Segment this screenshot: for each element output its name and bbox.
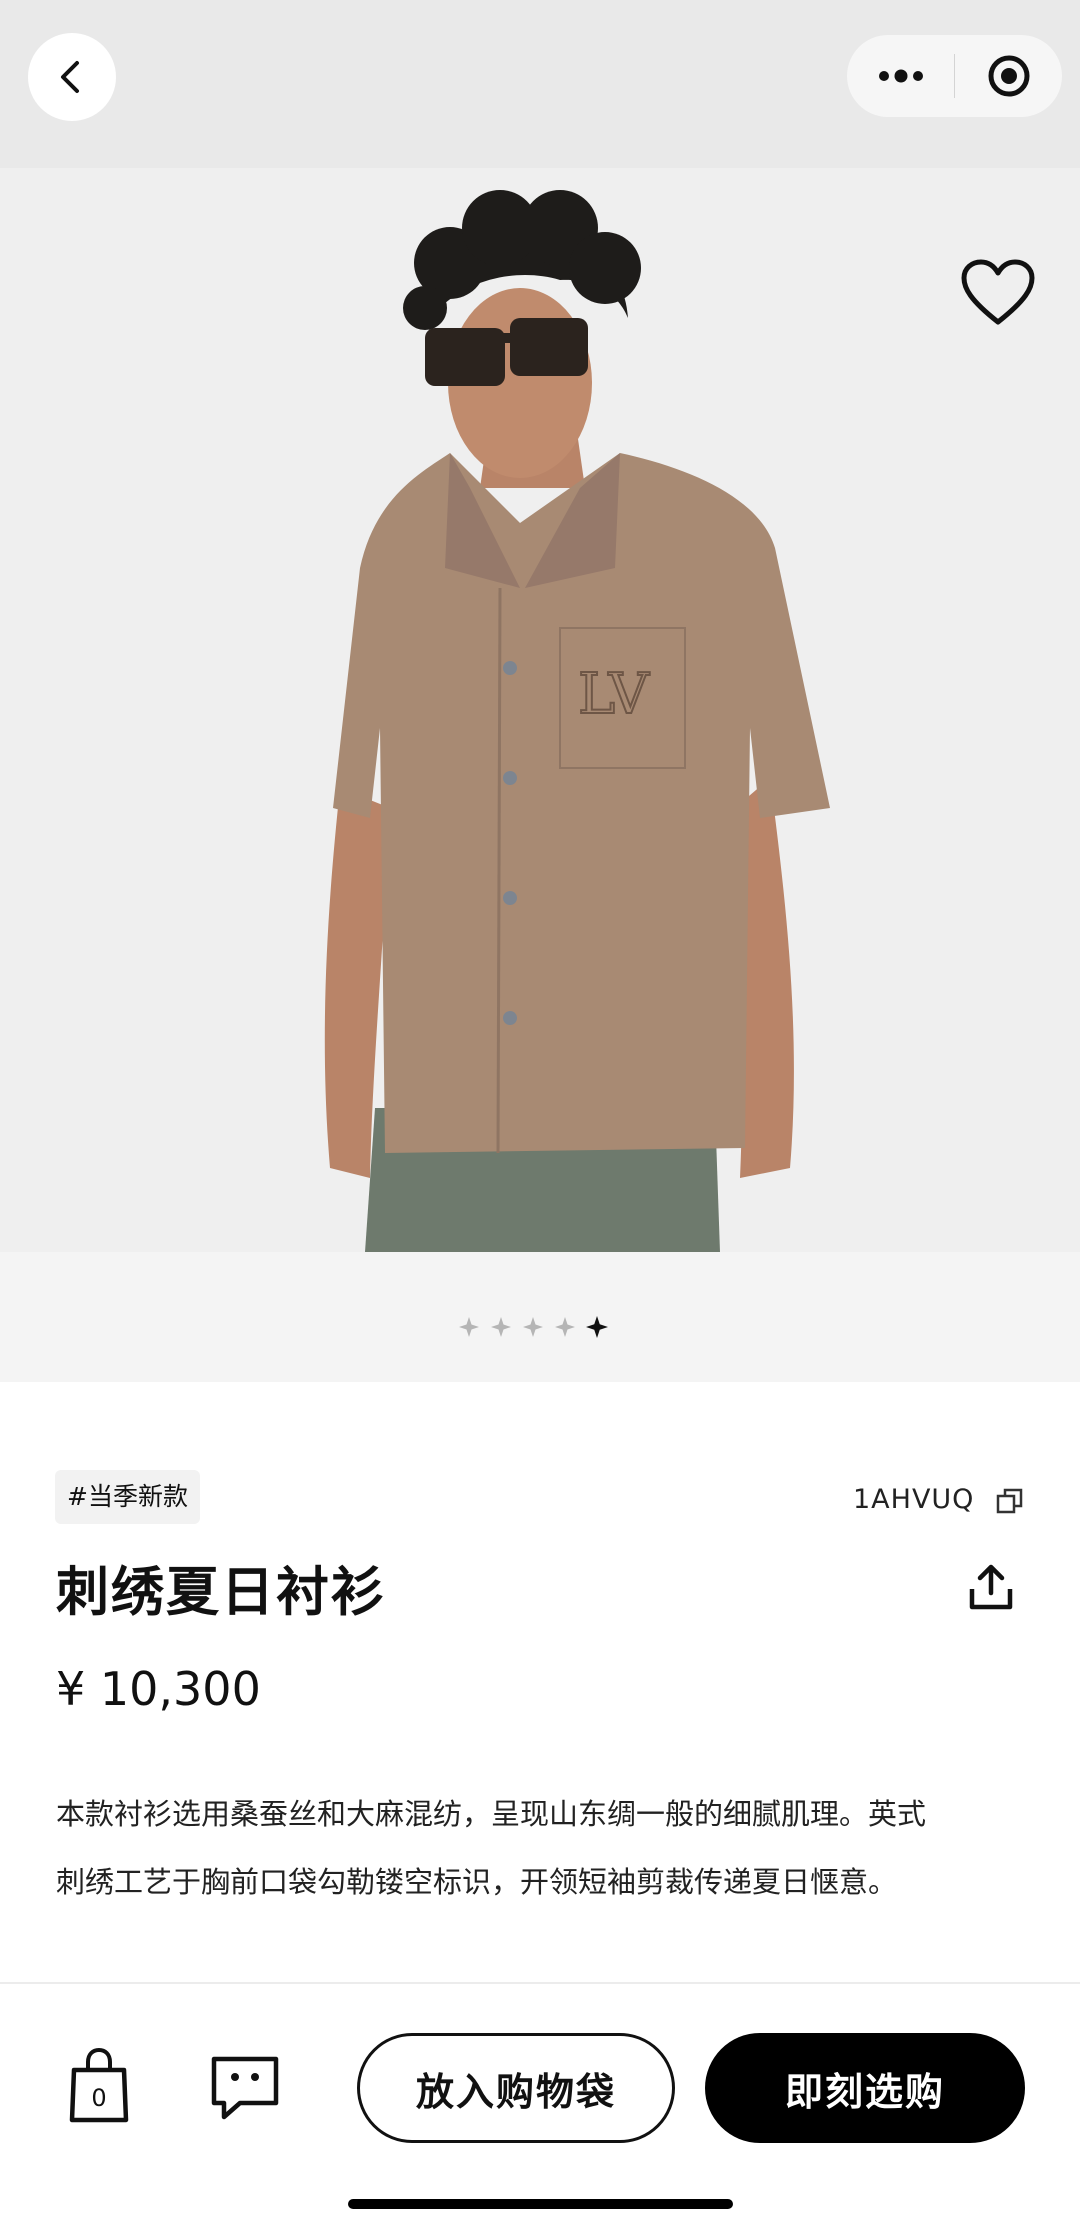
pager-dot[interactable] (490, 1316, 512, 1338)
buy-now-button[interactable]: 即刻选购 (705, 2033, 1025, 2143)
bottom-bar-divider (0, 1982, 1080, 1984)
chevron-left-icon (61, 61, 79, 93)
product-sku: 1AHVUQ (853, 1484, 975, 1515)
pager-dot[interactable] (522, 1316, 544, 1338)
product-photo: LV (0, 168, 1080, 1252)
svg-text:LV: LV (578, 662, 651, 727)
product-description: 本款衬衫选用桑蚕丝和大麻混纺，呈现山东绸一般的细腻肌理。英式 刺绣工艺于胸前口袋… (56, 1780, 1046, 1916)
heart-outline-icon[interactable] (960, 258, 1036, 328)
chat-bubble-icon[interactable] (210, 2055, 280, 2121)
bag-count: 0 (91, 2084, 107, 2112)
more-dots-icon (878, 69, 923, 83)
more-button[interactable] (847, 35, 954, 117)
pager-dot[interactable] (458, 1316, 480, 1338)
product-price: ¥ 10,300 (56, 1662, 261, 1716)
close-mini-program-button[interactable] (955, 35, 1062, 117)
home-indicator (348, 2199, 733, 2209)
share-icon[interactable] (968, 1563, 1014, 1611)
back-button[interactable] (28, 33, 116, 121)
pager-dot[interactable] (554, 1316, 576, 1338)
mini-program-capsule (847, 35, 1062, 117)
gallery-pager (458, 1312, 608, 1342)
product-title: 刺绣夏日衬衫 (56, 1562, 386, 1623)
target-circle-icon (988, 55, 1029, 97)
pager-dot-active[interactable] (586, 1316, 608, 1338)
copy-icon[interactable] (996, 1487, 1024, 1515)
product-image[interactable]: LV (0, 168, 1080, 1252)
description-line: 刺绣工艺于胸前口袋勾勒镂空标识，开领短袖剪裁传递夏日惬意。 (56, 1865, 898, 1899)
season-tag[interactable]: #当季新款 (55, 1470, 200, 1524)
add-to-bag-button[interactable]: 放入购物袋 (357, 2033, 675, 2143)
description-line: 本款衬衫选用桑蚕丝和大麻混纺，呈现山东绸一般的细腻肌理。英式 (56, 1797, 927, 1831)
